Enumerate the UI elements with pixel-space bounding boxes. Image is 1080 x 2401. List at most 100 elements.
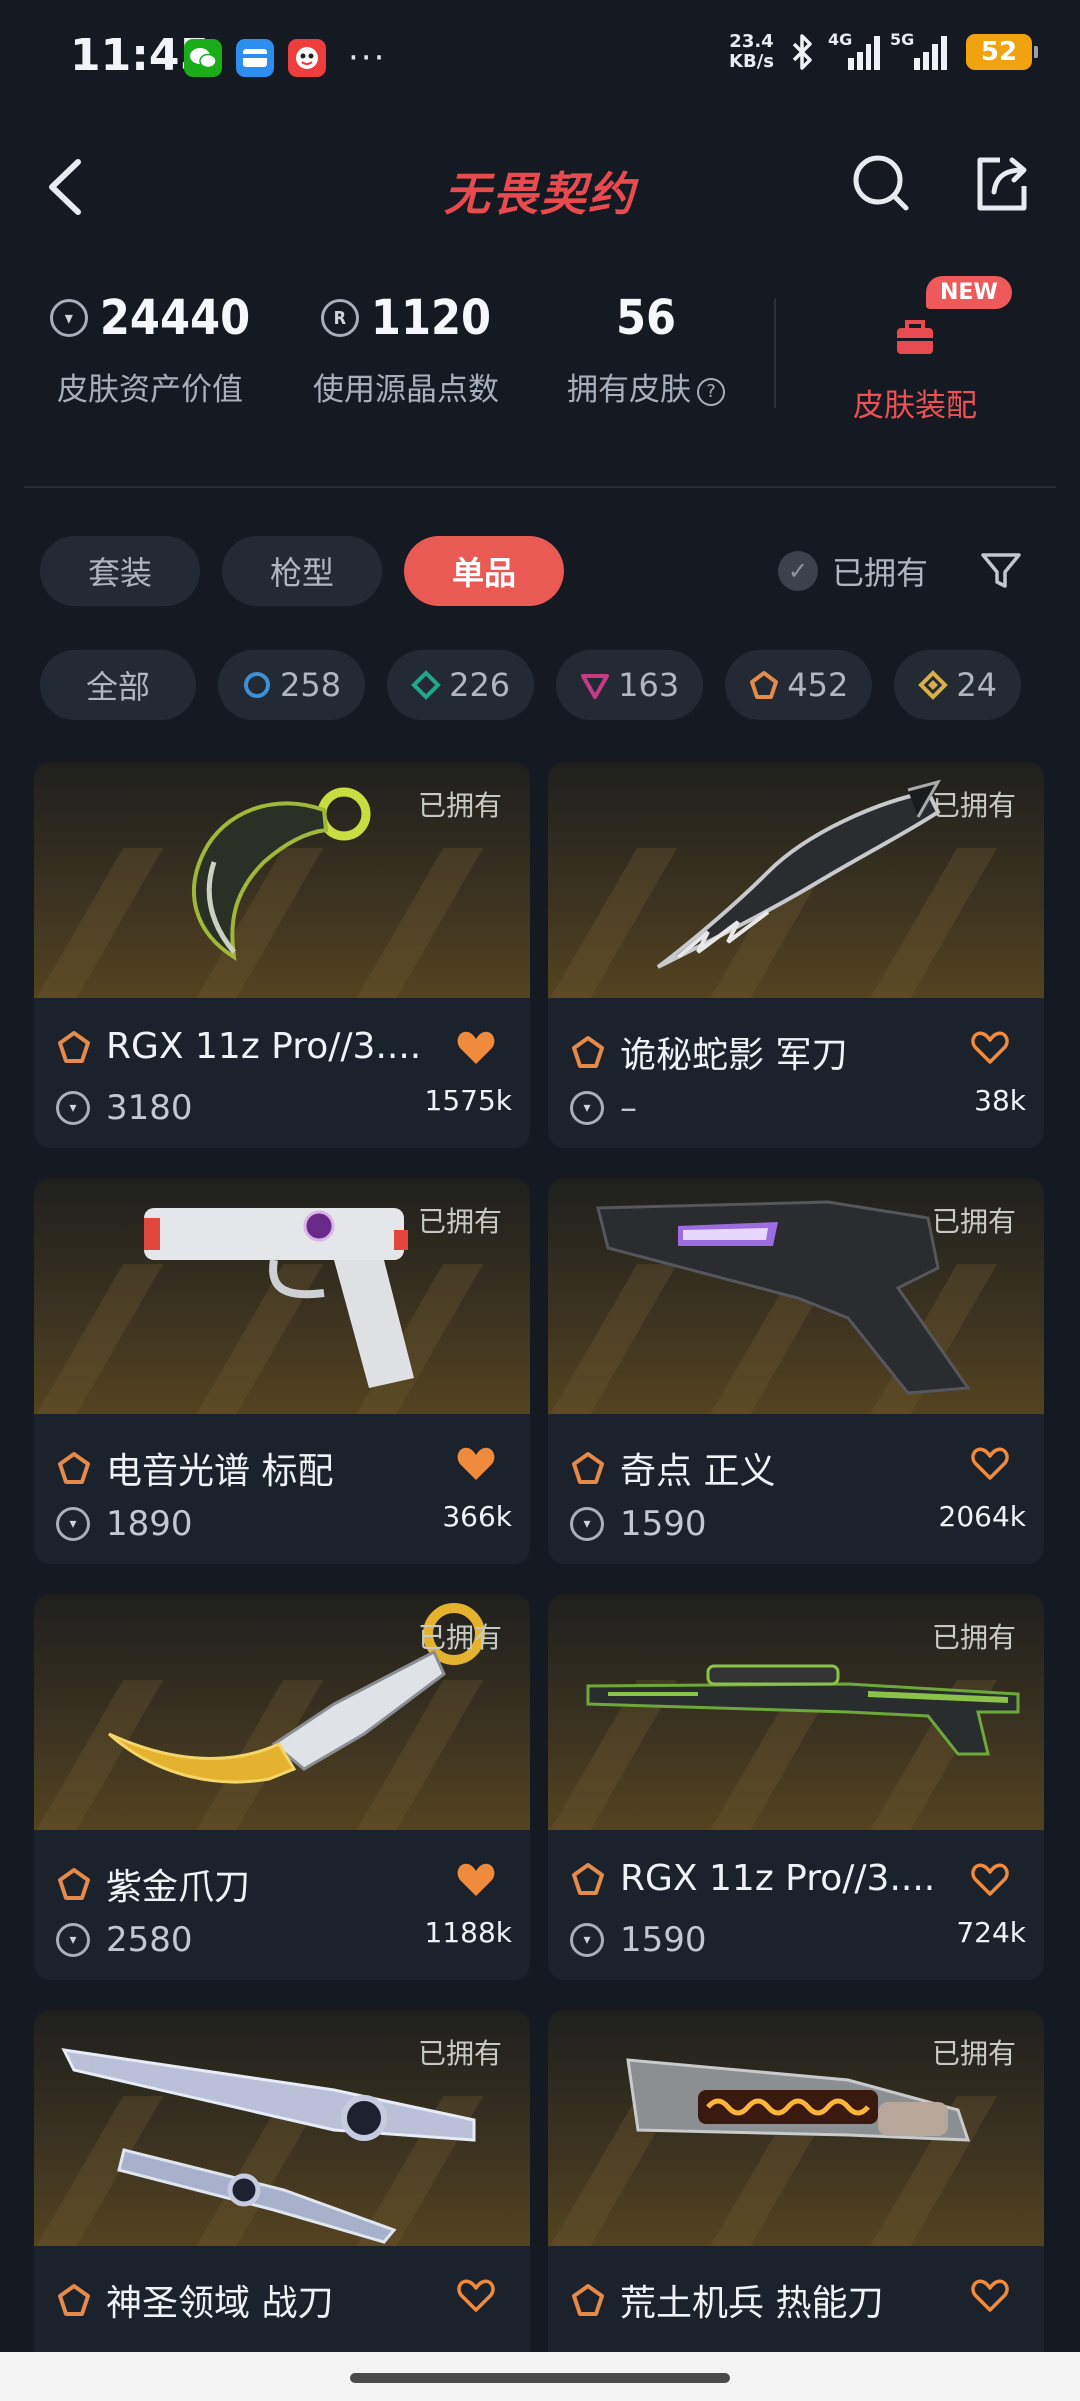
skin-card[interactable]: 已拥有 电音光谱 标配 ▾ 1890 366k	[34, 1178, 530, 1564]
battery-indicator: 52	[966, 34, 1038, 70]
skin-price: 1590	[620, 1920, 707, 1960]
loadout-icon	[893, 316, 937, 356]
owned-tag: 已拥有	[417, 1621, 502, 1654]
asset-value: 24440	[99, 290, 251, 346]
tab-gun-type[interactable]: 枪型	[222, 536, 382, 606]
new-badge: NEW	[926, 276, 1012, 309]
owned-count: 56	[615, 290, 677, 346]
skin-loadout-button[interactable]: 皮肤装配	[830, 304, 1000, 425]
exclusive-tier-icon	[572, 2284, 604, 2316]
heart-outline-icon[interactable]	[970, 1446, 1010, 1482]
chip-count: 452	[787, 666, 849, 704]
skin-name: 荒土机兵 热能刀	[620, 2283, 884, 2324]
heart-outline-icon[interactable]	[456, 2278, 496, 2314]
signal-5g: 5G	[890, 30, 952, 70]
more-notifications: ···	[348, 38, 387, 78]
chip-premium-tier[interactable]: 163	[556, 650, 704, 720]
ultra-tier-icon	[918, 670, 949, 700]
heart-outline-icon[interactable]	[970, 1862, 1010, 1898]
home-indicator[interactable]	[350, 2373, 730, 2383]
asset-value-label: 皮肤资产价值	[57, 372, 243, 408]
points-value: 1120	[370, 290, 492, 346]
check-circle-icon: ✓	[778, 551, 818, 591]
skin-name: 电音光谱 标配	[106, 1451, 334, 1492]
chip-select-tier[interactable]: 258	[218, 650, 366, 720]
skin-card[interactable]: 已拥有 奇点 正义 ▾ 1590 2064k	[548, 1178, 1044, 1564]
skin-card[interactable]: 已拥有 诡秘蛇影 军刀 ▾ – 38k	[548, 762, 1044, 1148]
vp-coin-icon: ▾	[570, 1507, 604, 1541]
skin-card[interactable]: 已拥有 RGX 11z Pro//3.... ▾ 3180 1575k	[34, 762, 530, 1148]
chip-exclusive-tier[interactable]: 452	[725, 650, 873, 720]
bluetooth-icon	[792, 34, 812, 70]
likes-count: 2064k	[938, 1500, 1026, 1533]
status-right: 23.4 KB/s 4G 5G 52	[729, 30, 1038, 72]
owned-tag: 已拥有	[931, 789, 1016, 822]
exclusive-tier-icon	[58, 2284, 90, 2316]
premium-tier-icon	[581, 674, 610, 699]
skin-image: 已拥有	[34, 2010, 530, 2246]
exclusive-tier-icon	[572, 1452, 604, 1484]
skin-image: 已拥有	[34, 1594, 530, 1830]
game-app-icon	[288, 39, 326, 77]
card-app-icon	[236, 39, 274, 77]
signal-5g-label: 5G	[890, 30, 915, 49]
notification-icons: ···	[184, 38, 386, 78]
filter-icon	[981, 553, 1021, 588]
status-bar: 11:45 ··· 23.4 KB/s 4G 5G 52	[0, 0, 1080, 118]
exclusive-tier-icon	[58, 1452, 90, 1484]
skin-name: RGX 11z Pro//3....	[106, 1026, 422, 1067]
wechat-icon	[184, 39, 222, 77]
skin-price: 1890	[106, 1504, 193, 1544]
skin-price: –	[620, 1088, 637, 1128]
heart-outline-icon[interactable]	[970, 2278, 1010, 2314]
skin-name: 神圣领域 战刀	[106, 2283, 334, 2324]
skin-name: 紫金爪刀	[106, 1867, 251, 1908]
share-icon	[977, 157, 1027, 211]
help-icon[interactable]: ?	[697, 377, 725, 406]
skin-card[interactable]: 已拥有 紫金爪刀 ▾ 2580 1188k	[34, 1594, 530, 1980]
skin-card[interactable]: 已拥有 RGX 11z Pro//3.... ▾ 1590 724k	[548, 1594, 1044, 1980]
likes-count: 1575k	[424, 1084, 512, 1117]
heart-outline-icon[interactable]	[970, 1030, 1010, 1066]
stat-asset-value: ▾ 24440 皮肤资产价值	[40, 290, 260, 409]
chip-count: 163	[618, 666, 680, 704]
likes-count: 366k	[442, 1500, 512, 1533]
vp-coin-icon: ▾	[570, 1923, 604, 1957]
owned-tag: 已拥有	[931, 1621, 1016, 1654]
skin-price: 2580	[106, 1920, 193, 1960]
exclusive-tier-icon	[58, 1030, 90, 1063]
skin-card[interactable]: 已拥有 神圣领域 战刀	[34, 2010, 530, 2396]
radianite-coin-icon: R	[320, 299, 359, 337]
skin-name: RGX 11z Pro//3....	[620, 1858, 936, 1899]
heart-filled-icon[interactable]	[456, 1446, 496, 1482]
chip-deluxe-tier[interactable]: 226	[387, 650, 535, 720]
skin-card[interactable]: 已拥有 荒土机兵 热能刀	[548, 2010, 1044, 2396]
tab-single-item[interactable]: 单品	[404, 536, 564, 606]
share-button[interactable]	[970, 152, 1034, 216]
chip-ultra-tier[interactable]: 24	[894, 650, 1022, 720]
heart-filled-icon[interactable]	[456, 1030, 496, 1066]
signal-4g: 4G	[828, 30, 880, 70]
chip-all[interactable]: 全部	[40, 650, 196, 720]
likes-count: 724k	[956, 1916, 1026, 1949]
stat-owned-skins: 56 拥有皮肤?	[556, 290, 736, 409]
heart-filled-icon[interactable]	[456, 1862, 496, 1898]
search-button[interactable]	[850, 152, 914, 216]
vp-coin-icon: ▾	[570, 1091, 604, 1125]
owned-tag: 已拥有	[417, 1205, 502, 1238]
likes-count: 1188k	[424, 1916, 512, 1949]
vp-coin-icon: ▾	[56, 1507, 90, 1541]
owned-tag: 已拥有	[417, 2037, 502, 2070]
stat-points: R 1120 使用源晶点数	[296, 290, 516, 409]
vp-coin-icon: ▾	[49, 299, 88, 337]
category-tabs: 套装 枪型 单品	[40, 536, 564, 606]
owned-tag: 已拥有	[931, 1205, 1016, 1238]
skin-image: 已拥有	[34, 1178, 530, 1414]
filter-button[interactable]	[978, 548, 1024, 594]
likes-count: 38k	[974, 1084, 1026, 1117]
tab-bundle[interactable]: 套装	[40, 536, 200, 606]
owned-filter-toggle[interactable]: ✓ 已拥有	[778, 548, 928, 594]
speed-unit: KB/s	[729, 51, 774, 72]
search-icon	[853, 155, 909, 211]
skin-image: 已拥有	[548, 2010, 1044, 2246]
